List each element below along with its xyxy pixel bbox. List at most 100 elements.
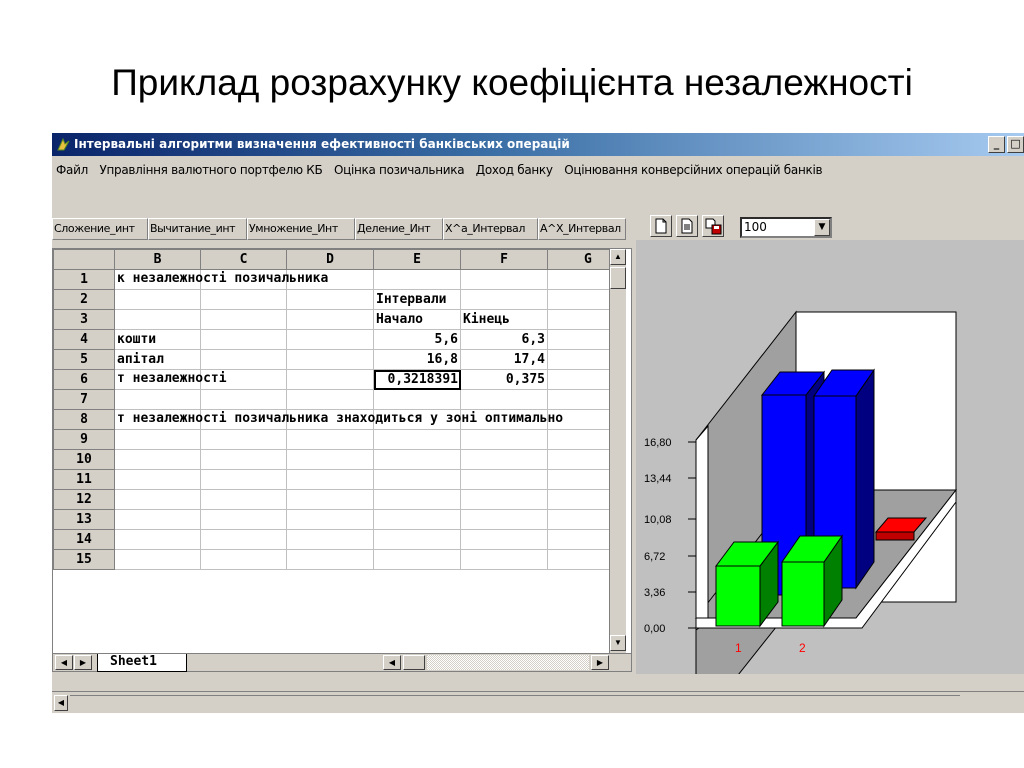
- cell[interactable]: [460, 489, 548, 510]
- cell[interactable]: [286, 469, 374, 490]
- scroll-up-icon[interactable]: ▲: [610, 249, 626, 265]
- cell[interactable]: [114, 469, 201, 490]
- cell[interactable]: [200, 289, 287, 310]
- cell[interactable]: [547, 449, 610, 470]
- cell[interactable]: [547, 389, 610, 410]
- cell[interactable]: [547, 469, 610, 490]
- cell[interactable]: [460, 449, 548, 470]
- row-header[interactable]: 6: [53, 369, 115, 390]
- maximize-button[interactable]: □: [1007, 136, 1024, 153]
- vertical-scrollbar[interactable]: ▲ ▼: [609, 249, 626, 653]
- cell[interactable]: [547, 369, 610, 390]
- menu-borrower-assessment[interactable]: Оцінка позичальника: [334, 163, 465, 177]
- cell-f5[interactable]: 17,4: [460, 349, 548, 370]
- cell[interactable]: [200, 349, 287, 370]
- cell[interactable]: [460, 549, 548, 570]
- cell[interactable]: [286, 389, 374, 410]
- cell[interactable]: [286, 509, 374, 530]
- cell-e3[interactable]: Начало: [373, 309, 461, 330]
- row-header[interactable]: 14: [53, 529, 115, 550]
- cell[interactable]: [460, 289, 548, 310]
- cell[interactable]: [286, 349, 374, 370]
- cell[interactable]: [114, 309, 201, 330]
- cell[interactable]: [547, 509, 610, 530]
- cell[interactable]: [373, 429, 461, 450]
- row-header[interactable]: 10: [53, 449, 115, 470]
- cell[interactable]: [200, 309, 287, 330]
- row-header[interactable]: 2: [53, 289, 115, 310]
- cell[interactable]: [200, 469, 287, 490]
- cell[interactable]: [547, 549, 610, 570]
- cell[interactable]: [200, 329, 287, 350]
- menu-currency-portfolio[interactable]: Управління валютного портфелю КБ: [99, 163, 322, 177]
- corner-cell[interactable]: [53, 249, 115, 270]
- cell[interactable]: [460, 509, 548, 530]
- column-header[interactable]: B: [114, 249, 201, 270]
- cell[interactable]: [286, 369, 374, 390]
- tab-scroll-left-icon[interactable]: ◀: [55, 655, 73, 670]
- row-header[interactable]: 5: [53, 349, 115, 370]
- cell[interactable]: [200, 429, 287, 450]
- tab-addition[interactable]: Сложение_инт: [52, 218, 148, 240]
- menu-file[interactable]: Файл: [56, 163, 88, 177]
- tab-multiplication[interactable]: Умножение_Инт: [247, 218, 355, 240]
- cell[interactable]: [114, 489, 201, 510]
- cell[interactable]: [286, 429, 374, 450]
- cell[interactable]: [114, 449, 201, 470]
- tab-power-a-x[interactable]: A^X_Интервал: [538, 218, 626, 240]
- tab-power-x-a[interactable]: X^a_Интервал: [443, 218, 538, 240]
- tab-division[interactable]: Деление_Инт: [355, 218, 443, 240]
- cell[interactable]: [547, 429, 610, 450]
- cell[interactable]: [200, 389, 287, 410]
- cell[interactable]: [547, 309, 610, 330]
- sheet-tab-sheet1[interactable]: Sheet1: [97, 654, 187, 672]
- cell[interactable]: [460, 389, 548, 410]
- cell[interactable]: [373, 529, 461, 550]
- minimize-button[interactable]: _: [988, 136, 1005, 153]
- hscroll-thumb[interactable]: [403, 655, 425, 670]
- cell[interactable]: [200, 509, 287, 530]
- cell-e2[interactable]: Інтервали: [373, 289, 461, 310]
- hscroll-track[interactable]: [427, 655, 589, 670]
- cell[interactable]: [547, 329, 610, 350]
- row-header[interactable]: 15: [53, 549, 115, 570]
- hscroll-left-icon[interactable]: ◀: [383, 655, 401, 670]
- cell[interactable]: [373, 489, 461, 510]
- row-header[interactable]: 8: [53, 409, 115, 430]
- zoom-select[interactable]: 100 ▼: [740, 217, 832, 238]
- cell-e5[interactable]: 16,8: [373, 349, 461, 370]
- row-header[interactable]: 9: [53, 429, 115, 450]
- cell[interactable]: [373, 469, 461, 490]
- menu-bank-income[interactable]: Доход банку: [476, 163, 553, 177]
- menu-conversion-operations[interactable]: Оцінювання конверсійних операцій банків: [564, 163, 822, 177]
- tab-subtraction[interactable]: Вычитание_инт: [148, 218, 247, 240]
- cell-b4[interactable]: кошти: [114, 329, 201, 350]
- cell[interactable]: [547, 269, 610, 290]
- column-header[interactable]: E: [373, 249, 461, 270]
- cell[interactable]: [200, 529, 287, 550]
- bottom-scroll-track[interactable]: [70, 695, 960, 711]
- cell[interactable]: [373, 549, 461, 570]
- open-document-button[interactable]: [676, 215, 698, 237]
- save-document-button[interactable]: [702, 215, 724, 237]
- column-header[interactable]: C: [200, 249, 287, 270]
- row-header[interactable]: 13: [53, 509, 115, 530]
- cell-f6[interactable]: 0,375: [460, 369, 548, 390]
- cell[interactable]: [286, 449, 374, 470]
- cell[interactable]: [286, 529, 374, 550]
- cell[interactable]: [286, 489, 374, 510]
- cell-b5[interactable]: апітал: [114, 349, 201, 370]
- row-header[interactable]: 3: [53, 309, 115, 330]
- column-header[interactable]: D: [286, 249, 374, 270]
- cell[interactable]: [114, 549, 201, 570]
- cell[interactable]: [200, 489, 287, 510]
- column-header[interactable]: F: [460, 249, 548, 270]
- cell-f4[interactable]: 6,3: [460, 329, 548, 350]
- cell-b1[interactable]: к незалежності позичальника: [114, 269, 328, 290]
- bottom-scroll-left-icon[interactable]: ◀: [54, 695, 68, 711]
- cell-e4[interactable]: 5,6: [373, 329, 461, 350]
- cell[interactable]: [460, 429, 548, 450]
- spreadsheet[interactable]: B C D E F G 1 к незалежності позичальник…: [52, 248, 632, 672]
- cell[interactable]: [373, 389, 461, 410]
- row-header[interactable]: 12: [53, 489, 115, 510]
